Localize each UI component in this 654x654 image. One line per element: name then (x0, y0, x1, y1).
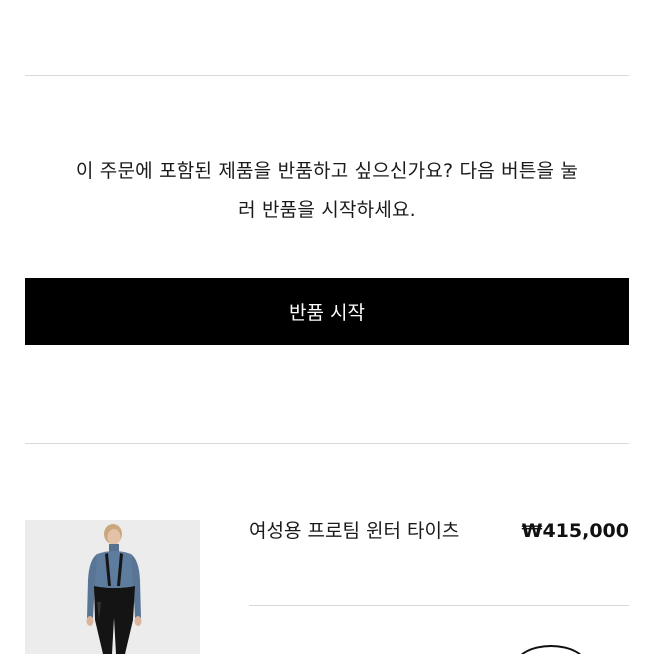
product-image[interactable] (25, 520, 200, 654)
product-price: ₩415,000 (521, 520, 630, 542)
top-divider (25, 75, 629, 76)
order-return-page: 이 주문에 포함된 제품을 반품하고 싶으신가요? 다음 버튼을 눌 러 반품을… (0, 0, 654, 654)
return-prompt-line-2: 러 반품을 시작하세요. (238, 199, 416, 221)
start-return-button[interactable]: 반품 시작 (25, 278, 629, 345)
product-divider (249, 605, 629, 606)
return-prompt-line-1: 이 주문에 포함된 제품을 반품하고 싶으신가요? 다음 버튼을 눌 (75, 160, 579, 182)
return-prompt-message: 이 주문에 포함된 제품을 반품하고 싶으신가요? 다음 버튼을 눌 러 반품을… (45, 152, 609, 230)
product-name[interactable]: 여성용 프로팀 윈터 타이츠 (249, 516, 459, 546)
start-return-button-label: 반품 시작 (289, 302, 365, 324)
section-divider (25, 443, 629, 444)
product-photo-icon (25, 520, 200, 654)
quantity-control[interactable] (515, 645, 587, 654)
